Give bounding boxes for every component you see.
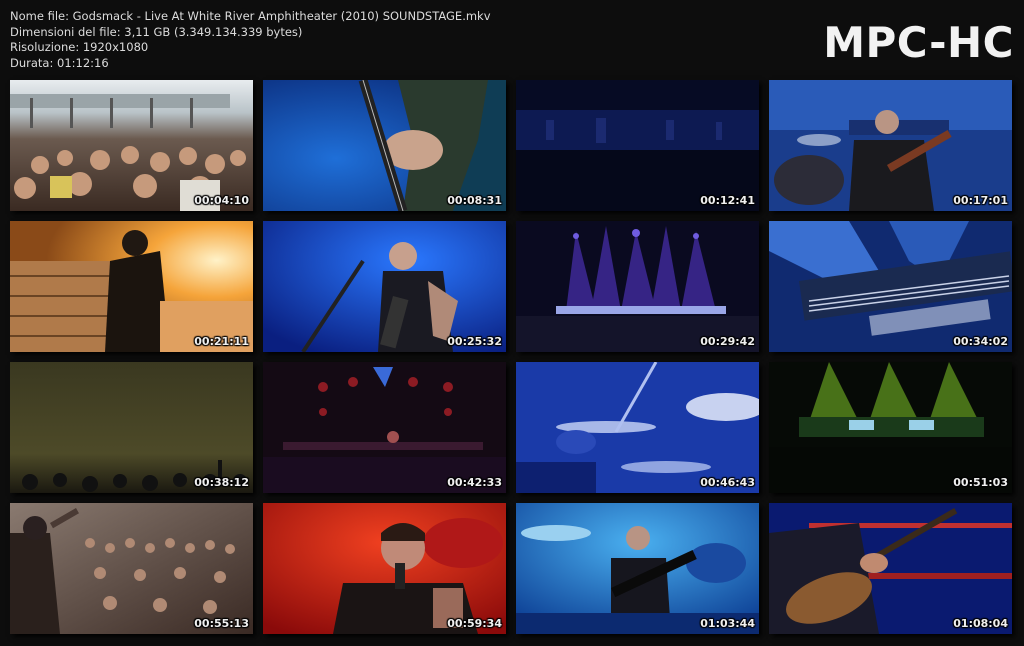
thumbnail-4[interactable]: 00:17:01	[769, 80, 1012, 211]
video-resolution: Risoluzione: 1920x1080	[10, 40, 149, 54]
thumbnail-14[interactable]: 00:59:34	[263, 503, 506, 634]
thumbnail-16-image	[769, 503, 1012, 634]
mpc-hc-logo: MPC-HC	[823, 18, 1014, 67]
thumbnail-6[interactable]: 00:25:32	[263, 221, 506, 352]
thumbnail-7-image	[516, 221, 759, 352]
thumbnail-10[interactable]: 00:42:33	[263, 362, 506, 493]
thumbnail-5[interactable]: 00:21:11	[10, 221, 253, 352]
video-duration: Durata: 01:12:16	[10, 55, 109, 70]
thumbnail-6-image	[263, 221, 506, 352]
timestamp: 01:08:04	[953, 617, 1008, 630]
thumbnail-2[interactable]: 00:08:31	[263, 80, 506, 211]
thumbnail-16[interactable]: 01:08:04	[769, 503, 1012, 634]
thumbnail-10-image	[263, 362, 506, 493]
timestamp: 00:51:03	[953, 476, 1008, 489]
thumbnail-14-image	[263, 503, 506, 634]
timestamp: 00:08:31	[447, 194, 502, 207]
timestamp: 00:55:13	[194, 617, 249, 630]
file-name: Nome file: Godsmack - Live At White Rive…	[10, 9, 491, 23]
thumbnail-1[interactable]: 00:04:10	[10, 80, 253, 211]
thumbnail-12[interactable]: 00:51:03	[769, 362, 1012, 493]
timestamp: 00:21:11	[194, 335, 249, 348]
timestamp: 00:12:41	[700, 194, 755, 207]
timestamp: 00:25:32	[447, 335, 502, 348]
thumbnail-11[interactable]: 00:46:43	[516, 362, 759, 493]
thumbnail-5-image	[10, 221, 253, 352]
timestamp: 00:34:02	[953, 335, 1008, 348]
thumbnail-3[interactable]: 00:12:41	[516, 80, 759, 211]
thumbnail-9[interactable]: 00:38:12	[10, 362, 253, 493]
thumbnail-grid: 00:04:10 00:08:31 00:12:41 00:17:01 00:2…	[10, 80, 1014, 636]
timestamp: 00:59:34	[447, 617, 502, 630]
thumbnail-2-image	[263, 80, 506, 211]
thumbnail-8-image	[769, 221, 1012, 352]
thumbnail-7[interactable]: 00:29:42	[516, 221, 759, 352]
thumbnail-8[interactable]: 00:34:02	[769, 221, 1012, 352]
file-size: Dimensioni del file: 3,11 GB (3.349.134.…	[10, 24, 303, 39]
file-info: Nome file: Godsmack - Live At White Rive…	[10, 9, 491, 71]
timestamp: 00:42:33	[447, 476, 502, 489]
thumbnail-9-image	[10, 362, 253, 493]
thumbnail-12-image	[769, 362, 1012, 493]
timestamp: 00:29:42	[700, 335, 755, 348]
thumbnail-11-image	[516, 362, 759, 493]
thumbnail-15-image	[516, 503, 759, 634]
thumbnail-13[interactable]: 00:55:13	[10, 503, 253, 634]
timestamp: 00:46:43	[700, 476, 755, 489]
thumbnail-15[interactable]: 01:03:44	[516, 503, 759, 634]
thumbnail-4-image	[769, 80, 1012, 211]
timestamp: 00:04:10	[194, 194, 249, 207]
thumbnail-13-image	[10, 503, 253, 634]
timestamp: 00:17:01	[953, 194, 1008, 207]
thumbnail-1-image	[10, 80, 253, 211]
timestamp: 00:38:12	[194, 476, 249, 489]
thumbnail-3-image	[516, 80, 759, 211]
timestamp: 01:03:44	[700, 617, 755, 630]
